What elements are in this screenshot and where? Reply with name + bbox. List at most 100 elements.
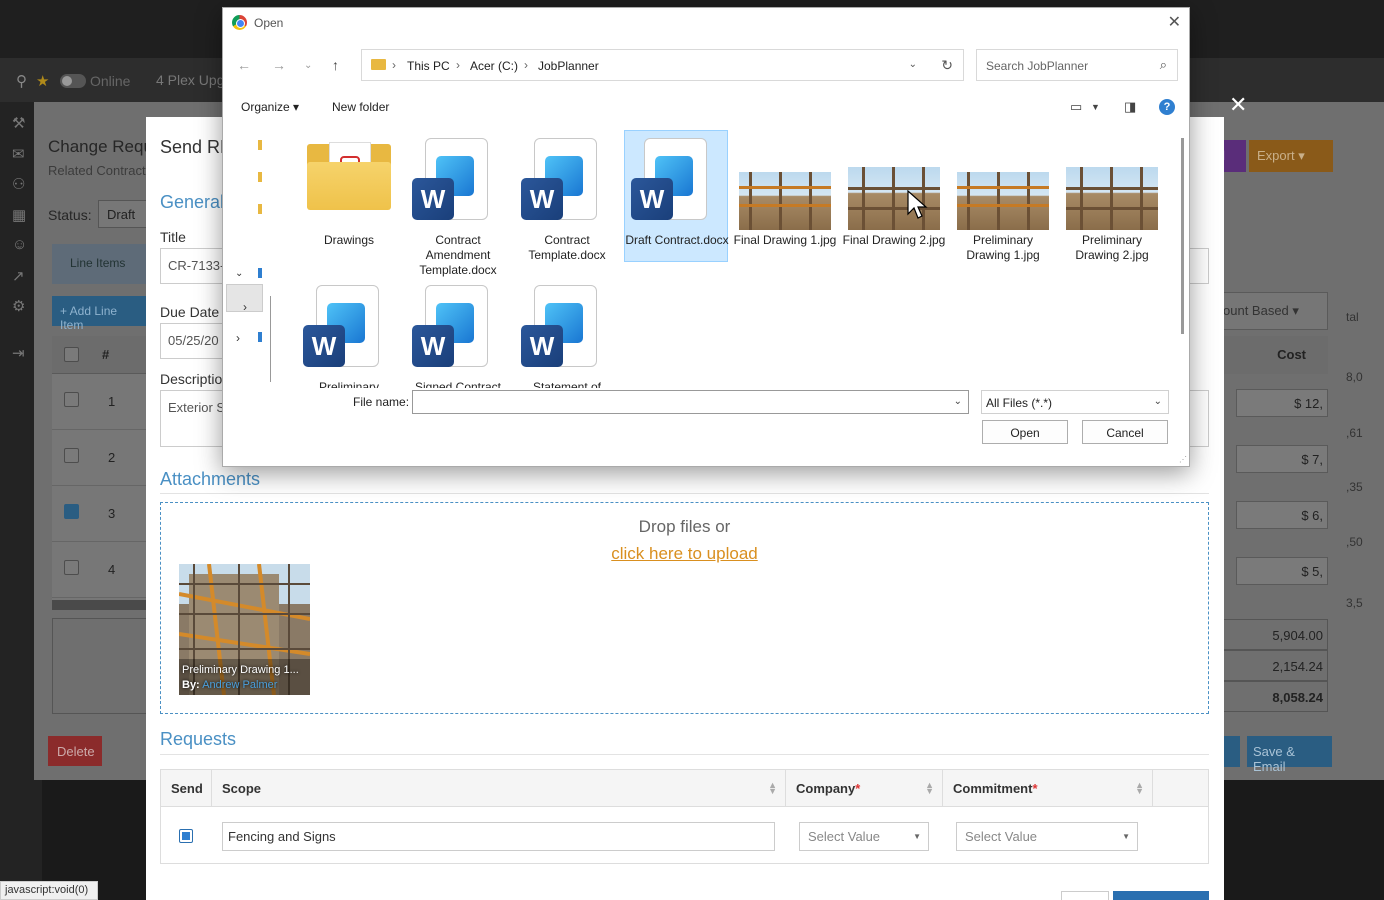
quick-access-item[interactable] bbox=[258, 140, 262, 150]
chevron-right-icon[interactable]: › bbox=[524, 58, 528, 72]
cancel-button[interactable]: Cancel bbox=[1082, 420, 1168, 444]
forward-icon[interactable]: → bbox=[272, 57, 286, 73]
upload-link[interactable]: click here to upload bbox=[161, 544, 1208, 564]
title-input[interactable]: CR-7133- bbox=[160, 248, 230, 284]
sort-icon[interactable]: ▲ ▼ bbox=[1135, 781, 1144, 796]
file-item[interactable]: Final Drawing 1.jpg bbox=[733, 130, 837, 262]
breadcrumb-item[interactable]: This PC bbox=[407, 59, 450, 73]
back-icon[interactable]: ← bbox=[237, 57, 251, 73]
dialog-title-bar[interactable]: Open ✕ bbox=[223, 8, 1189, 38]
send-checkbox[interactable] bbox=[179, 829, 193, 843]
row-checkbox[interactable] bbox=[64, 448, 79, 463]
star-icon[interactable]: ★ bbox=[36, 72, 49, 90]
mail-icon[interactable]: ✉ bbox=[12, 145, 25, 163]
cancel-footer-button[interactable] bbox=[1061, 891, 1109, 900]
organize-menu[interactable]: Organize ▾ bbox=[241, 100, 299, 114]
table-row[interactable]: 1 bbox=[52, 374, 148, 430]
author-link[interactable]: Andrew Palmer bbox=[202, 679, 277, 691]
column-scope[interactable]: Scope ▲ ▼ bbox=[212, 770, 786, 807]
file-type-select[interactable]: All Files (*.*) ⌄ bbox=[981, 390, 1169, 414]
modal-close-icon[interactable]: ✕ bbox=[1229, 92, 1247, 118]
recent-locations-icon[interactable]: ⌄ bbox=[304, 60, 312, 71]
table-row[interactable]: 3 bbox=[52, 486, 148, 542]
file-item[interactable]: W Signed Contract bbox=[406, 277, 510, 388]
delete-button[interactable]: Delete bbox=[48, 736, 102, 766]
location-icon[interactable]: ⚲ bbox=[16, 72, 27, 90]
search-input[interactable]: Search JobPlanner ⌕ bbox=[976, 49, 1178, 81]
chevron-down-icon[interactable]: ▼ bbox=[1091, 102, 1100, 112]
line-items-tab[interactable]: Line Items bbox=[52, 244, 148, 284]
commitment-select[interactable]: Select Value ▼ bbox=[956, 822, 1138, 851]
chevron-down-icon[interactable]: ⌄ bbox=[909, 59, 917, 70]
gear-icon[interactable]: ⚙ bbox=[12, 297, 25, 315]
export-button[interactable]: Export ▾ bbox=[1249, 140, 1333, 172]
file-item[interactable]: Final Drawing 2.jpg bbox=[842, 130, 946, 262]
logout-icon[interactable]: ⇥ bbox=[12, 344, 25, 362]
column-commitment[interactable]: Commitment* ▲ ▼ bbox=[943, 770, 1153, 807]
chevron-right-icon[interactable]: › bbox=[456, 58, 460, 72]
due-date-input[interactable]: 05/25/20 bbox=[160, 323, 230, 359]
new-folder-button[interactable]: New folder bbox=[332, 100, 389, 114]
cost-input[interactable]: $ 6, bbox=[1236, 501, 1328, 529]
status-select[interactable]: Draft bbox=[98, 200, 150, 228]
company-select[interactable]: Select Value ▼ bbox=[799, 822, 929, 851]
file-item[interactable]: W Statement of bbox=[515, 277, 619, 388]
hammer-icon[interactable]: ⚒ bbox=[12, 114, 25, 132]
file-name-input[interactable]: ⌄ bbox=[412, 390, 969, 414]
contacts-icon[interactable]: ☺ bbox=[12, 236, 27, 253]
file-item[interactable]: W Contract Template.docx bbox=[515, 130, 619, 262]
file-item[interactable]: Drawings bbox=[297, 130, 401, 262]
preview-pane-icon[interactable]: ◨ bbox=[1124, 99, 1136, 115]
scope-input[interactable]: Fencing and Signs bbox=[222, 822, 775, 851]
breadcrumb-item[interactable]: JobPlanner bbox=[538, 59, 599, 73]
send-footer-button[interactable] bbox=[1113, 891, 1209, 900]
address-bar[interactable]: › This PC › Acer (C:) › JobPlanner ⌄ ↻ bbox=[361, 49, 964, 81]
cost-input[interactable]: $ 12, bbox=[1236, 389, 1328, 417]
help-icon[interactable]: ? bbox=[1159, 99, 1175, 115]
calendar-icon[interactable]: ▦ bbox=[12, 206, 26, 224]
save-email-button[interactable]: Save & Email bbox=[1247, 736, 1332, 774]
file-item-selected[interactable]: W Draft Contract.docx bbox=[624, 130, 729, 262]
row-checkbox[interactable] bbox=[64, 392, 79, 407]
table-scrollbar[interactable] bbox=[52, 600, 148, 610]
select-all-checkbox[interactable] bbox=[64, 347, 79, 362]
chevron-down-icon[interactable]: ⌄ bbox=[235, 268, 243, 279]
file-item[interactable]: W Preliminary bbox=[297, 277, 401, 388]
pane-splitter[interactable] bbox=[270, 296, 271, 382]
quick-access-item[interactable] bbox=[258, 172, 262, 182]
view-icon[interactable]: ▭ bbox=[1070, 99, 1082, 115]
column-company[interactable]: Company* ▲ ▼ bbox=[786, 770, 943, 807]
cost-input[interactable]: $ 7, bbox=[1236, 445, 1328, 473]
chevron-right-icon[interactable]: › bbox=[236, 331, 240, 345]
file-item[interactable]: Preliminary Drawing 2.jpg bbox=[1060, 130, 1164, 262]
refresh-icon[interactable]: ↻ bbox=[941, 57, 953, 74]
resize-grip-icon[interactable]: ⋰ bbox=[1179, 455, 1187, 464]
project-name[interactable]: 4 Plex Upg bbox=[156, 72, 224, 88]
file-dropzone[interactable]: Drop files or click here to upload Preli… bbox=[160, 502, 1209, 714]
add-line-item-button[interactable]: + Add Line Item bbox=[52, 296, 148, 332]
chevron-down-icon[interactable]: ⌄ bbox=[954, 396, 962, 407]
description-textarea[interactable]: Exterior S bbox=[160, 390, 230, 447]
account-select[interactable]: ount Based ▾ bbox=[1208, 292, 1328, 330]
nav-item[interactable] bbox=[258, 332, 262, 342]
close-icon[interactable]: ✕ bbox=[1168, 12, 1181, 32]
file-list-scrollbar[interactable] bbox=[1181, 138, 1184, 334]
table-row[interactable]: 2 bbox=[52, 430, 148, 486]
row-checkbox[interactable] bbox=[64, 504, 79, 519]
users-icon[interactable]: ⚇ bbox=[12, 175, 25, 193]
attachment-thumbnail[interactable]: Preliminary Drawing 1... By: Andrew Palm… bbox=[179, 564, 310, 695]
open-button[interactable]: Open bbox=[982, 420, 1068, 444]
file-item[interactable]: W Contract Amendment Template.docx bbox=[406, 130, 510, 277]
cost-input[interactable]: $ 5, bbox=[1236, 557, 1328, 585]
file-item[interactable]: Preliminary Drawing 1.jpg bbox=[951, 130, 1055, 262]
sort-icon[interactable]: ▲ ▼ bbox=[925, 781, 934, 796]
chevron-right-icon[interactable]: › bbox=[243, 300, 247, 314]
row-checkbox[interactable] bbox=[64, 560, 79, 575]
nav-item[interactable] bbox=[258, 268, 262, 278]
online-toggle[interactable] bbox=[60, 74, 86, 88]
table-row[interactable]: 4 bbox=[52, 542, 148, 598]
quick-access-item[interactable] bbox=[258, 204, 262, 214]
sort-icon[interactable]: ▲ ▼ bbox=[768, 781, 777, 796]
chart-icon[interactable]: ↗ bbox=[12, 267, 25, 285]
breadcrumb-item[interactable]: Acer (C:) bbox=[470, 59, 518, 73]
